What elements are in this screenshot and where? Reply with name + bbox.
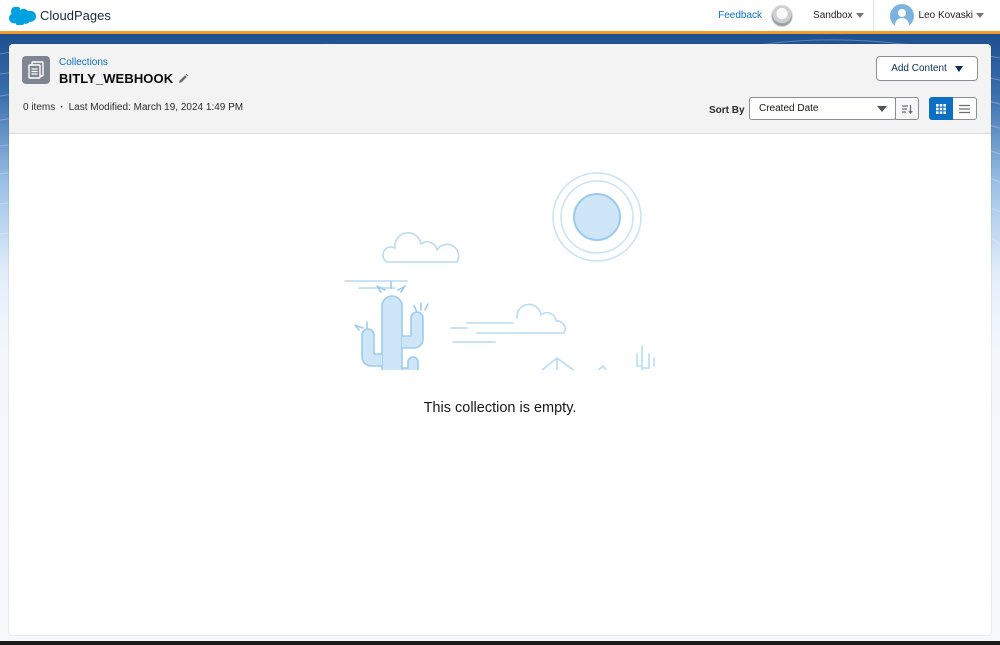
title-row: BITLY_WEBHOOK [59,71,189,86]
sort-descending-icon [902,104,913,114]
separator-dot: · [60,102,64,113]
global-header: CloudPages Feedback Sandbox Leo Kovaski [0,0,1000,31]
chevron-down-icon [855,13,864,18]
bottom-edge [0,641,1000,645]
last-modified: Last Modified: March 19, 2024 1:49 PM [68,102,244,113]
chevron-down-icon [976,13,984,18]
sort-by-select[interactable]: Created Date [749,97,896,120]
list-view-icon [959,104,970,113]
breadcrumb-collections[interactable]: Collections [59,57,108,68]
item-count: 0 items [23,102,56,113]
feedback-link[interactable]: Feedback [718,10,762,21]
user-name: Leo Kovaski [918,10,973,21]
add-content-label: Add Content [891,63,947,74]
environment-label: Sandbox [813,10,853,21]
collection-icon [22,56,50,84]
sort-direction-button[interactable] [895,97,919,120]
collection-meta: 0 items · Last Modified: March 19, 2024 … [23,102,243,113]
chevron-down-icon [877,106,887,112]
page-title: BITLY_WEBHOOK [59,71,174,86]
empty-state-message: This collection is empty. [423,400,577,416]
sort-by-label: Sort By [709,105,745,116]
salesforce-cloud-icon [9,6,36,25]
add-content-button[interactable]: Add Content [876,56,978,81]
environment-switcher[interactable]: Sandbox [813,10,864,21]
page-header: Collections BITLY_WEBHOOK 0 items · Last… [9,44,991,134]
user-avatar-icon [889,3,914,28]
grid-view-button[interactable] [929,97,953,120]
accent-stripe [0,31,1000,34]
desert-illustration [344,172,655,370]
brand[interactable]: CloudPages [9,6,111,25]
list-view-button[interactable] [953,97,977,120]
sort-by-value: Created Date [759,103,819,114]
user-menu[interactable]: Leo Kovaski [889,3,984,28]
feedback-avatar[interactable] [771,4,794,27]
pencil-icon[interactable] [177,73,189,85]
divider [872,0,874,31]
app-name: CloudPages [40,8,111,23]
collection-panel: Collections BITLY_WEBHOOK 0 items · Last… [9,44,991,635]
grid-view-icon [936,103,946,114]
chevron-down-icon [954,65,963,72]
